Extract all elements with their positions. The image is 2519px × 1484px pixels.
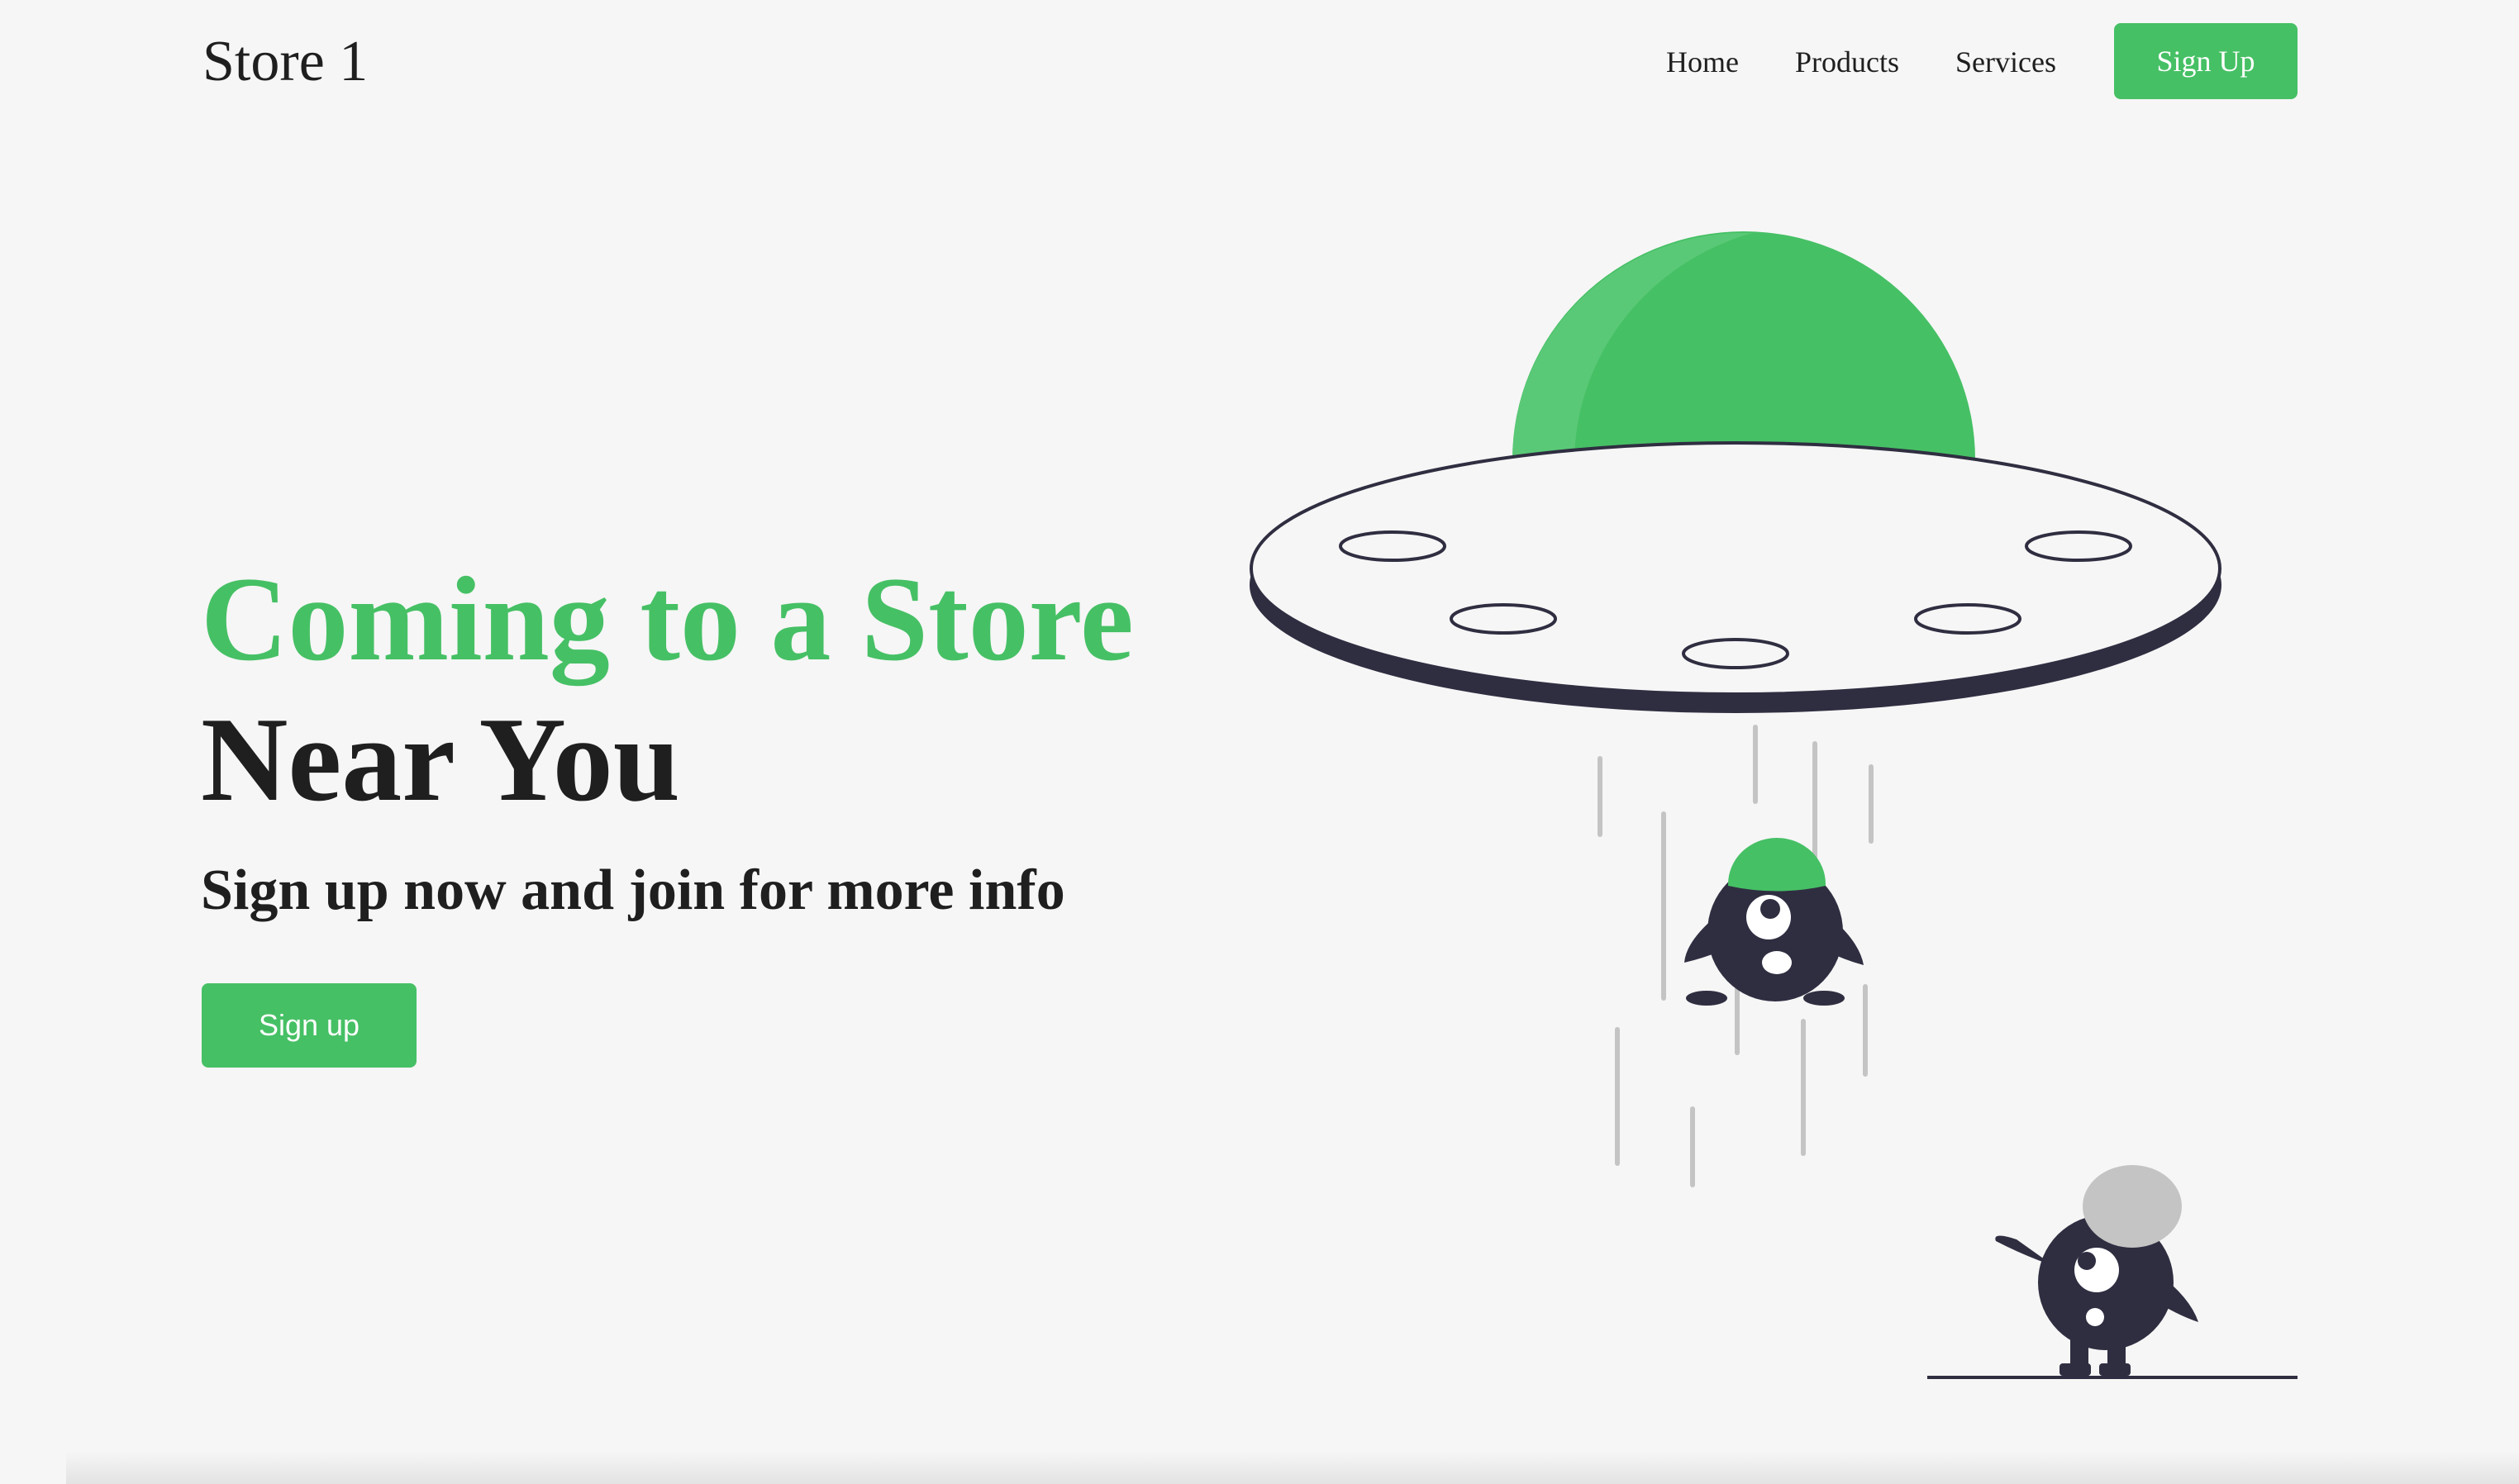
brand-logo[interactable]: Store 1 bbox=[202, 25, 368, 99]
bottom-shadow bbox=[66, 1451, 2519, 1484]
nav-link-products[interactable]: Products bbox=[1795, 41, 1899, 83]
navbar: Store 1 Home Products Services Sign Up bbox=[0, 0, 2519, 124]
nav-link-home[interactable]: Home bbox=[1666, 41, 1739, 83]
nav-signup-button[interactable]: Sign Up bbox=[2114, 23, 2298, 99]
hero-signup-button[interactable]: Sign up bbox=[202, 983, 417, 1068]
alien-abducted-icon bbox=[1684, 838, 1864, 1006]
tractor-beam-lines bbox=[1598, 725, 1874, 1187]
hero-title-line2: Near You bbox=[201, 692, 680, 826]
hero-subtitle: Sign up now and join for more info bbox=[201, 859, 1065, 922]
ufo-icon bbox=[1250, 231, 2221, 713]
alien-standing-icon bbox=[1927, 1165, 2298, 1379]
nav-link-services[interactable]: Services bbox=[1955, 41, 2056, 83]
hero-title-line1: Coming to a Store bbox=[201, 552, 1134, 686]
